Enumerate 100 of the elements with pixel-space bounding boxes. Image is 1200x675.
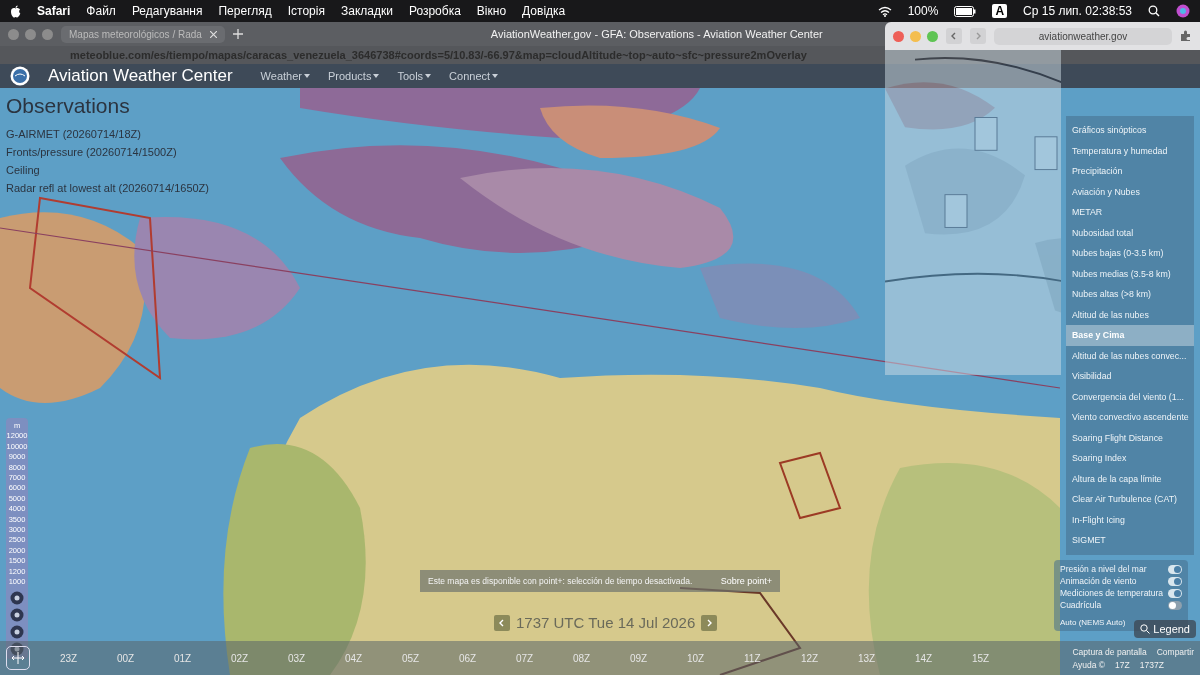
map-tool-icon[interactable] [10, 624, 24, 639]
menu-item[interactable]: Історія [287, 4, 325, 18]
expand-button[interactable] [6, 646, 30, 670]
layer-menu-item[interactable]: Clear Air Turbulence (CAT) [1066, 489, 1194, 510]
search-icon[interactable] [1148, 5, 1160, 17]
layer-menu-item[interactable]: In-Flight Icing [1066, 509, 1194, 530]
model-selector[interactable]: Auto (NEMS Auto) [1060, 618, 1126, 627]
layer-menu-item[interactable]: Viento convectivo ascendente [1066, 407, 1194, 428]
layer-menu-item[interactable]: Base y Cima [1066, 325, 1194, 346]
layer-label[interactable]: Fronts/pressure (20260714/1500Z) [6, 146, 209, 158]
map-tool-icon[interactable] [10, 590, 24, 605]
menu-item[interactable]: Довідка [522, 4, 566, 18]
hour-tick[interactable]: 02Z [231, 652, 288, 664]
globe-logo-icon [10, 66, 30, 86]
hour-tick[interactable]: 14Z [915, 652, 972, 664]
menu-item[interactable]: Розробка [408, 4, 461, 18]
map-tool-icon[interactable] [10, 641, 24, 656]
menu-item[interactable]: Файл [86, 4, 116, 18]
chevron-right-icon [705, 618, 714, 627]
point-plus-link[interactable]: Sobre point+ [720, 576, 772, 586]
hour-tick[interactable]: 03Z [288, 652, 345, 664]
zoom-window-button[interactable] [42, 28, 53, 40]
address-field[interactable]: aviationweather.gov [994, 27, 1172, 45]
wifi-icon[interactable] [877, 5, 892, 17]
hour-tick[interactable]: 15Z [972, 652, 1029, 664]
layer-menu-item[interactable]: METAR [1066, 202, 1194, 223]
siri-icon[interactable] [1176, 4, 1190, 18]
layer-menu-item[interactable]: Nubes medias (3.5-8 km) [1066, 263, 1194, 284]
layer-menu-item[interactable]: Altura de la capa límite [1066, 468, 1194, 489]
hour-tick[interactable]: 01Z [174, 652, 231, 664]
site-title[interactable]: Aviation Weather Center [48, 66, 233, 86]
hour-tick[interactable]: 11Z [744, 652, 801, 664]
apple-icon[interactable] [10, 4, 21, 18]
battery-icon[interactable] [954, 5, 977, 17]
menu-item[interactable]: Вікно [476, 4, 507, 18]
layer-menu-item[interactable]: Aviación y Nubes [1066, 181, 1194, 202]
hour-tick[interactable]: 08Z [573, 652, 630, 664]
layer-menu-item[interactable]: Convergencia del viento (1... [1066, 386, 1194, 407]
legend-button[interactable]: Legend [1134, 620, 1196, 638]
close-window-button[interactable] [8, 28, 19, 40]
layer-menu-item[interactable]: SIGMET [1066, 530, 1194, 551]
close-icon[interactable] [209, 30, 217, 38]
toggle-label: Animación de viento [1060, 576, 1137, 586]
observations-title: Observations [6, 94, 131, 118]
share-link[interactable]: Compartir [1156, 646, 1194, 657]
layer-label[interactable]: Radar refl at lowest alt (20260714/1650Z) [6, 182, 209, 194]
layer-menu-item[interactable]: Precipitación [1066, 161, 1194, 182]
toggle-switch[interactable] [1168, 576, 1182, 586]
browser-tab[interactable]: Mapas meteorológicos / Rada [61, 25, 225, 43]
layer-menu-item[interactable]: Soaring Index [1066, 448, 1194, 469]
hour-tick[interactable]: 09Z [630, 652, 687, 664]
layer-menu-item[interactable]: Nubosidad total [1066, 222, 1194, 243]
layer-menu-item[interactable]: Visibilidad [1066, 366, 1194, 387]
screenshot-link[interactable]: Captura de pantalla [1072, 646, 1147, 657]
search-icon [1140, 624, 1151, 634]
hour-tick[interactable]: 10Z [687, 652, 744, 664]
caret-icon [492, 74, 499, 78]
menu-item[interactable]: Закладки [340, 4, 393, 18]
app-menu[interactable]: Safari [37, 4, 71, 18]
input-source[interactable]: A [992, 4, 1008, 18]
back-button[interactable] [946, 28, 962, 44]
layer-menu-item[interactable]: Altitud de las nubes convec... [1066, 345, 1194, 366]
puzzle-icon[interactable] [1180, 30, 1192, 42]
layer-menu-item[interactable]: Gráficos sinópticos [1066, 120, 1194, 141]
hour-tick[interactable]: 12Z [801, 652, 858, 664]
map-tool-icon[interactable] [10, 607, 24, 622]
hour-tick[interactable]: 13Z [858, 652, 915, 664]
hour-tick[interactable]: 05Z [402, 652, 459, 664]
nav-menu[interactable]: Weather [260, 70, 310, 82]
nav-menu[interactable]: Products [327, 70, 380, 82]
hour-tick[interactable]: 07Z [516, 652, 573, 664]
menu-item[interactable]: Редагування [131, 4, 203, 18]
toggle-switch[interactable] [1168, 600, 1182, 610]
toggle-switch[interactable] [1168, 588, 1182, 598]
close-window-button[interactable] [893, 30, 904, 42]
layer-label[interactable]: G-AIRMET (20260714/18Z) [6, 128, 209, 140]
layer-menu-item[interactable]: Nubes altas (>8 km) [1066, 284, 1194, 305]
minimize-window-button[interactable] [25, 28, 36, 40]
hour-tick[interactable]: 00Z [117, 652, 174, 664]
hour-tick[interactable]: 04Z [345, 652, 402, 664]
help-link[interactable]: Ayuda © [1072, 659, 1106, 670]
toggle-label: Presión a nivel del mar [1060, 564, 1147, 574]
layer-menu-item[interactable]: Nubes bajas (0-3.5 km) [1066, 243, 1194, 264]
menu-clock[interactable]: Ср 15 лип. 02:38:53 [1023, 4, 1132, 18]
battery-percent: 100% [907, 4, 939, 18]
chevron-left-icon [498, 618, 506, 627]
layer-menu-item[interactable]: Temperatura y humedad [1066, 140, 1194, 161]
hour-tick[interactable]: 06Z [459, 652, 516, 664]
hour-tick[interactable]: 23Z [60, 652, 117, 664]
nav-menu[interactable]: Tools [397, 70, 432, 82]
layer-label[interactable]: Ceiling [6, 164, 209, 176]
toggle-switch[interactable] [1168, 564, 1182, 574]
layer-menu-item[interactable]: Soaring Flight Distance [1066, 427, 1194, 448]
new-tab-icon[interactable] [232, 29, 243, 39]
caret-icon [425, 74, 432, 78]
nav-menu[interactable]: Connect [449, 70, 499, 82]
arrows-icon [11, 651, 25, 665]
time-label: 1737 UTC Tue 14 Jul 2026 [516, 614, 696, 631]
layer-menu-item[interactable]: Altitud de las nubes [1066, 304, 1194, 325]
menu-item[interactable]: Перегляд [218, 4, 272, 18]
